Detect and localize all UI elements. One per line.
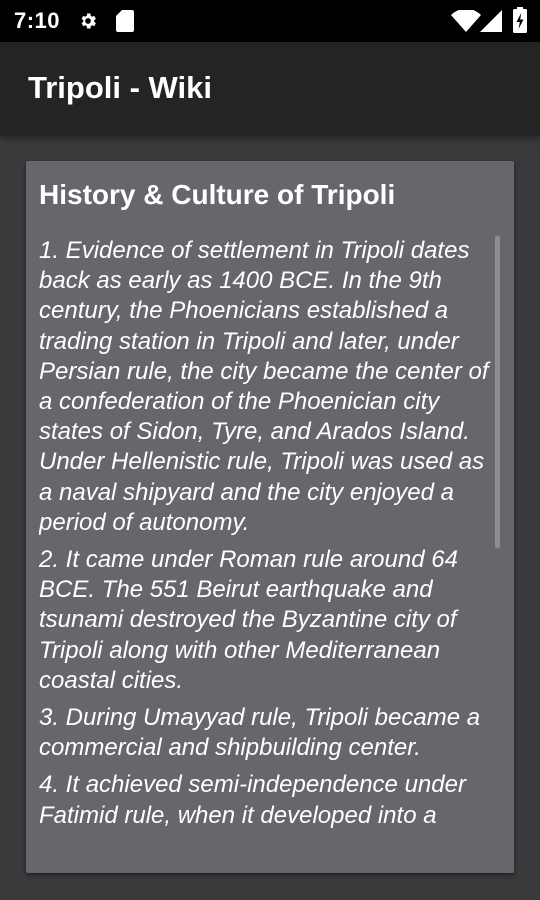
article-paragraph: 2. It came under Roman rule around 64 BC… bbox=[39, 546, 458, 694]
article-card[interactable]: History & Culture of Tripoli 1. Evidence… bbox=[26, 161, 514, 873]
gear-icon bbox=[81, 13, 96, 29]
article-paragraph: 3. During Umayyad rule, Tripoli became a… bbox=[39, 704, 481, 762]
signal-icon bbox=[480, 10, 502, 32]
status-time: 7:10 bbox=[14, 8, 61, 33]
app-bar: Tripoli - Wiki bbox=[0, 42, 540, 135]
article-title: History & Culture of Tripoli bbox=[39, 179, 396, 210]
wifi-icon bbox=[451, 10, 481, 32]
status-bar: 7:10 bbox=[0, 0, 540, 42]
article-paragraph: 4. It achieved semi-independence under F… bbox=[39, 771, 466, 829]
app-title: Tripoli - Wiki bbox=[28, 70, 213, 105]
article-body[interactable]: 1. Evidence of settlement in Tripoli dat… bbox=[39, 236, 499, 873]
sd-card-icon bbox=[116, 10, 134, 32]
scrollbar-thumb[interactable] bbox=[495, 236, 500, 548]
battery-icon bbox=[513, 7, 527, 33]
article-paragraph: 1. Evidence of settlement in Tripoli dat… bbox=[39, 237, 489, 536]
